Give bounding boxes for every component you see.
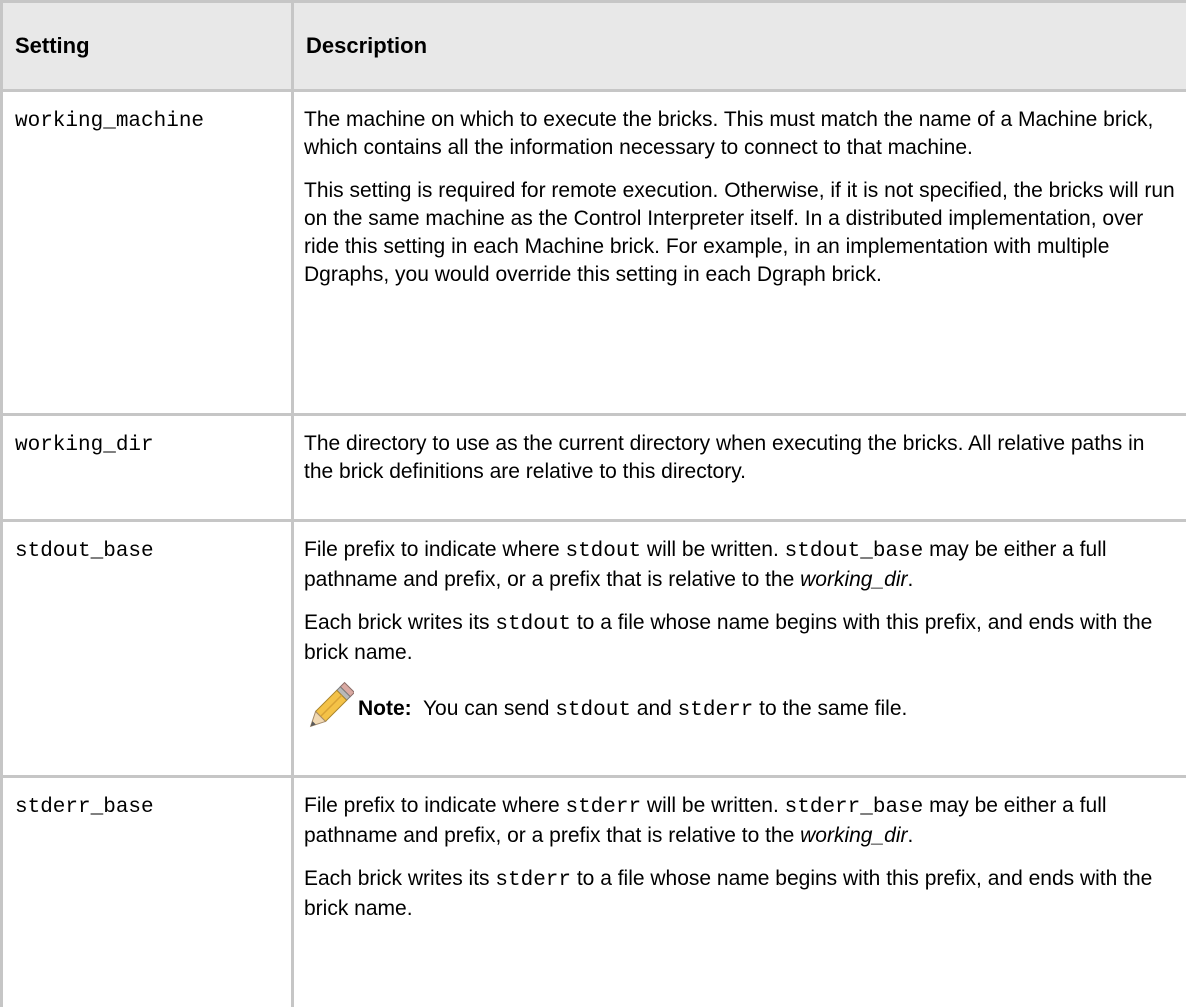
setting-description: File prefix to indicate where stderr wil… [293, 777, 1186, 1007]
inline-code: stderr [495, 869, 571, 892]
description-paragraph: File prefix to indicate where stderr wil… [304, 792, 1179, 850]
emphasis: working_dir [800, 568, 907, 591]
inline-code: stderr [678, 699, 754, 722]
inline-code: stderr [565, 796, 641, 819]
column-header-description: Description [293, 2, 1186, 91]
setting-name: stdout_base [2, 521, 293, 777]
table-header-row: Setting Description [2, 2, 1186, 91]
table-row: working_dir The directory to use as the … [2, 415, 1186, 521]
description-paragraph: The directory to use as the current dire… [304, 430, 1179, 486]
inline-code: stdout [495, 613, 571, 636]
setting-name: working_dir [2, 415, 293, 521]
setting-description: The directory to use as the current dire… [293, 415, 1186, 521]
inline-code: stdout_base [785, 540, 924, 563]
setting-description: The machine on which to execute the bric… [293, 91, 1186, 415]
inline-code: stderr_base [785, 796, 924, 819]
settings-table: Setting Description working_machine The … [0, 0, 1186, 1007]
table-row: working_machine The machine on which to … [2, 91, 1186, 415]
column-header-setting: Setting [2, 2, 293, 91]
emphasis: working_dir [800, 824, 907, 847]
description-paragraph: Each brick writes its stdout to a file w… [304, 609, 1179, 667]
note-text: Note: You can send stdout and stderr to … [358, 689, 907, 725]
description-paragraph: This setting is required for remote exec… [304, 177, 1179, 289]
table-row: stdout_base File prefix to indicate wher… [2, 521, 1186, 777]
note-callout: Note: You can send stdout and stderr to … [304, 689, 1179, 735]
setting-name: stderr_base [2, 777, 293, 1007]
table-row: stderr_base File prefix to indicate wher… [2, 777, 1186, 1007]
description-paragraph: Each brick writes its stderr to a file w… [304, 865, 1179, 923]
setting-name: working_machine [2, 91, 293, 415]
pencil-icon [304, 681, 354, 735]
setting-description: File prefix to indicate where stdout wil… [293, 521, 1186, 777]
description-paragraph: The machine on which to execute the bric… [304, 106, 1179, 162]
note-label: Note: [358, 697, 412, 720]
inline-code: stdout [565, 540, 641, 563]
description-paragraph: File prefix to indicate where stdout wil… [304, 536, 1179, 594]
inline-code: stdout [555, 699, 631, 722]
